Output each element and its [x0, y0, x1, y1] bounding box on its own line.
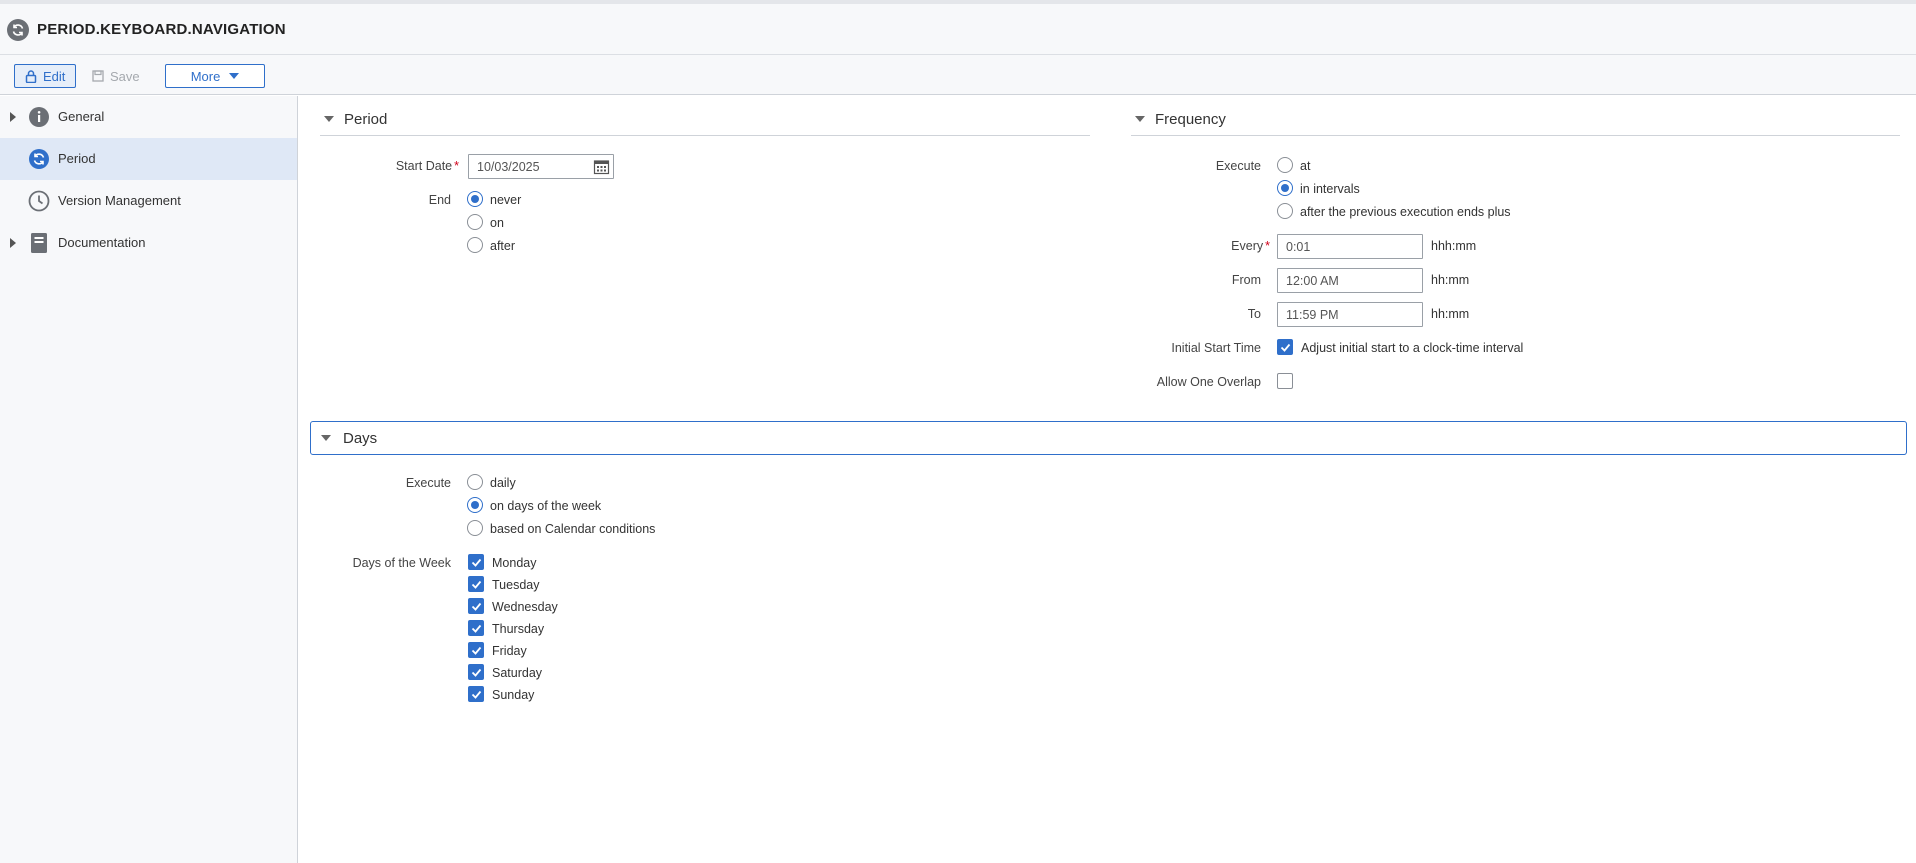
frequency-execute-label: Execute	[1215, 159, 1261, 173]
from-value: 12:00 AM	[1286, 274, 1339, 288]
edit-button-label: Edit	[43, 68, 66, 84]
more-button-label: More	[190, 68, 221, 84]
weekday-thursday-checkbox[interactable]	[468, 620, 484, 636]
page-title: PERIOD.KEYBOARD.NAVIGATION	[37, 21, 286, 38]
weekday-friday-checkbox[interactable]	[468, 642, 484, 658]
weekday-label: Monday	[492, 556, 537, 570]
weekday-tuesday-checkbox[interactable]	[468, 576, 484, 592]
end-never-label: never	[490, 193, 522, 207]
edit-button[interactable]: Edit	[14, 64, 76, 88]
weekday-label: Thursday	[492, 622, 545, 636]
execute-in-intervals-radio[interactable]	[1277, 180, 1293, 196]
days-of-week-radio[interactable]	[467, 497, 483, 513]
weekday-monday-checkbox[interactable]	[468, 554, 484, 570]
end-on-radio[interactable]	[467, 214, 483, 230]
days-section-header[interactable]: Days	[310, 421, 1907, 455]
info-icon	[29, 107, 49, 127]
execute-in-intervals-label: in intervals	[1300, 182, 1360, 196]
section-title: Period	[344, 111, 388, 128]
to-time-input[interactable]: 11:59 PM	[1277, 302, 1423, 327]
section-title: Frequency	[1155, 111, 1226, 128]
required-asterisk: *	[454, 159, 459, 173]
adjust-initial-start-checkbox[interactable]	[1277, 339, 1293, 355]
to-unit: hh:mm	[1431, 307, 1470, 321]
chevron-down-icon	[229, 73, 240, 79]
collapse-arrow-icon[interactable]	[1135, 116, 1145, 122]
execute-after-previous-radio[interactable]	[1277, 203, 1293, 219]
sidebar-item-label: Documentation	[58, 235, 146, 250]
end-label: End	[428, 193, 451, 207]
from-label: From	[1231, 273, 1261, 287]
refresh-icon	[7, 19, 29, 41]
clock-icon	[28, 190, 50, 212]
save-button-label: Save	[110, 68, 140, 84]
to-label: To	[1247, 307, 1261, 321]
start-date-label-text: Start Date	[395, 159, 453, 173]
section-title: Days	[343, 430, 378, 447]
days-calendar-conditions-label: based on Calendar conditions	[490, 522, 656, 536]
sidebar-item-label: Period	[58, 151, 96, 166]
days-of-the-week-label: Days of the Week	[352, 556, 451, 570]
weekday-sunday-checkbox[interactable]	[468, 686, 484, 702]
end-on-label: on	[490, 216, 504, 230]
start-date-label: Start Date *	[359, 159, 459, 173]
weekday-label: Sunday	[492, 688, 535, 702]
weekday-label: Friday	[492, 644, 527, 658]
required-asterisk: *	[1265, 239, 1270, 253]
weekday-label: Wednesday	[492, 600, 558, 614]
frequency-section-header[interactable]: Frequency	[1131, 104, 1900, 136]
expand-arrow-icon[interactable]	[10, 112, 16, 122]
every-unit: hhh:mm	[1431, 239, 1477, 253]
collapse-arrow-icon[interactable]	[324, 116, 334, 122]
sidebar-item-general[interactable]: General	[0, 96, 297, 138]
initial-start-time-label: Initial Start Time	[1171, 341, 1261, 355]
calendar-icon[interactable]	[593, 158, 610, 175]
weekday-saturday-checkbox[interactable]	[468, 664, 484, 680]
execute-at-radio[interactable]	[1277, 157, 1293, 173]
sidebar-item-label: General	[58, 109, 105, 124]
sidebar-item-period[interactable]: Period	[0, 138, 297, 180]
end-after-radio[interactable]	[467, 237, 483, 253]
days-daily-label: daily	[490, 476, 516, 490]
start-date-input[interactable]: 10/03/2025	[468, 154, 614, 179]
end-never-radio[interactable]	[467, 191, 483, 207]
days-execute-label: Execute	[405, 476, 451, 490]
every-label-text: Every	[1231, 239, 1264, 253]
days-of-week-label: on days of the week	[490, 499, 602, 513]
to-value: 11:59 PM	[1286, 308, 1339, 322]
period-section-header[interactable]: Period	[320, 104, 1090, 136]
title-bar: PERIOD.KEYBOARD.NAVIGATION	[0, 0, 1916, 55]
main-content: Period Start Date * 10/03/2025 End never …	[299, 96, 1916, 863]
from-unit: hh:mm	[1431, 273, 1470, 287]
expand-arrow-icon[interactable]	[10, 238, 16, 248]
every-label: Every *	[1179, 239, 1270, 253]
allow-one-overlap-label: Allow One Overlap	[1156, 375, 1261, 389]
allow-one-overlap-checkbox[interactable]	[1277, 373, 1293, 389]
weekday-wednesday-checkbox[interactable]	[468, 598, 484, 614]
weekday-label: Tuesday	[492, 578, 540, 592]
lock-icon	[25, 69, 37, 83]
from-time-input[interactable]: 12:00 AM	[1277, 268, 1423, 293]
save-button[interactable]: Save	[92, 64, 152, 88]
sidebar-item-version-management[interactable]: Version Management	[0, 180, 297, 222]
collapse-arrow-icon[interactable]	[321, 435, 331, 441]
execute-at-label: at	[1300, 159, 1311, 173]
execute-after-previous-label: after the previous execution ends plus	[1300, 205, 1511, 219]
start-date-value: 10/03/2025	[477, 160, 540, 174]
days-daily-radio[interactable]	[467, 474, 483, 490]
toolbar: Edit Save More	[0, 55, 1916, 95]
document-icon	[31, 233, 47, 253]
every-input[interactable]: 0:01	[1277, 234, 1423, 259]
end-after-label: after	[490, 239, 516, 253]
more-button[interactable]: More	[165, 64, 265, 88]
refresh-icon	[29, 149, 49, 169]
weekday-label: Saturday	[492, 666, 543, 680]
every-value: 0:01	[1286, 240, 1311, 254]
sidebar-item-documentation[interactable]: Documentation	[0, 222, 297, 264]
floppy-disk-icon	[92, 70, 104, 82]
sidebar: General Period Version Management Docume…	[0, 96, 298, 863]
adjust-initial-start-label: Adjust initial start to a clock-time int…	[1301, 341, 1524, 355]
sidebar-item-label: Version Management	[58, 193, 181, 208]
days-calendar-conditions-radio[interactable]	[467, 520, 483, 536]
